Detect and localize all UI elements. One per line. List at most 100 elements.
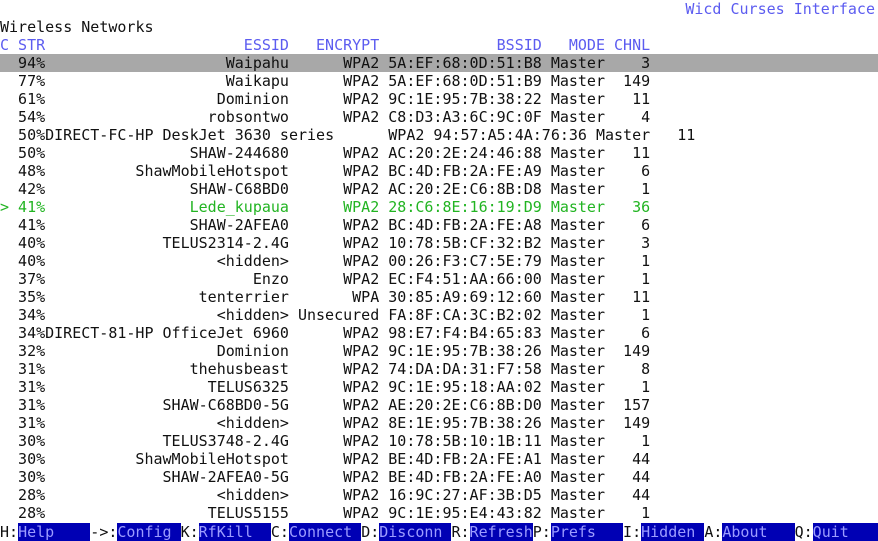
network-row[interactable]: 48% ShawMobileHotspot WPA2 BC:4D:FB:2A:FE:A… (0, 162, 878, 180)
col-mode[interactable]: MODE (542, 36, 605, 54)
network-bssid: 10:78:5B:10:1B:11 (388, 432, 542, 450)
network-bssid: 10:78:5B:CF:32:B2 (388, 234, 542, 252)
network-encrypt: WPA2 (343, 252, 380, 270)
network-row[interactable]: 28% TELUS5155 WPA2 9C:1E:95:E4:43:82 Master 1 (0, 504, 878, 522)
footer-key: I: (623, 523, 642, 541)
network-essid: DIRECT-81-HP OfficeJet 6960 (45, 324, 289, 342)
network-bssid: 16:9C:27:AF:3B:D5 (388, 486, 542, 504)
col-bssid[interactable]: BSSID (379, 36, 542, 54)
network-row[interactable]: 30% ShawMobileHotspot WPA2 BE:4D:FB:2A:FE:A… (0, 450, 878, 468)
network-encrypt: WPA2 (343, 90, 380, 108)
network-chnl: 11 (677, 126, 696, 144)
network-bssid: 5A:EF:68:0D:51:B8 (388, 54, 542, 72)
network-encrypt: WPA2 (343, 54, 380, 72)
network-encrypt: WPA2 (343, 450, 380, 468)
network-row[interactable]: 35% tenterrier WPA 30:85:A9:69:12:60 Master 1… (0, 288, 878, 306)
network-row[interactable]: 31% TELUS6325 WPA2 9C:1E:95:18:AA:02 Master 1 (0, 378, 878, 396)
network-row[interactable]: 54% robsontwo WPA2 C8:D3:A3:6C:9C:0F Master 4 (0, 108, 878, 126)
network-row[interactable]: 40% <hidden> WPA2 00:26:F3:C7:5E:79 Master 1 (0, 252, 878, 270)
footer-action-hidden[interactable]: Hidden (641, 523, 705, 541)
network-str: 28% (18, 504, 46, 522)
column-header-row: C STR ESSID ENCRYPT BSSID MODE CHNL (0, 36, 878, 54)
network-essid: Waipahu (225, 54, 289, 72)
network-str: 30% (18, 432, 46, 450)
network-row[interactable]: 41% SHAW-2AFEA0 WPA2 BC:4D:FB:2A:FE:A8 Maste… (0, 216, 878, 234)
network-essid: Dominion (216, 90, 289, 108)
network-str: 77% (18, 72, 46, 90)
network-chnl: 36 (632, 198, 651, 216)
network-encrypt: WPA2 (343, 108, 380, 126)
network-encrypt: WPA2 (343, 378, 380, 396)
footer-action-disconn[interactable]: Disconn (379, 523, 452, 541)
footer-action-rfkill[interactable]: RfKill (198, 523, 271, 541)
network-row[interactable]: 50%DIRECT-FC-HP DeskJet 3630 series WPA2 9… (0, 126, 878, 144)
network-row[interactable]: 28% <hidden> WPA2 16:9C:27:AF:3B:D5 Master 44 (0, 486, 878, 504)
network-bssid: EC:F4:51:AA:66:00 (388, 270, 542, 288)
network-encrypt: WPA2 (388, 126, 425, 144)
footer-action-help[interactable]: Help (18, 523, 91, 541)
footer-action-about[interactable]: About (722, 523, 795, 541)
network-mode: Master (550, 162, 605, 180)
footer-action-refresh[interactable]: Refresh (469, 523, 533, 541)
network-essid: <hidden> (216, 414, 289, 432)
network-mode: Master (550, 252, 605, 270)
footer-action-quit[interactable]: Quit (812, 523, 878, 541)
network-bssid: BC:4D:FB:2A:FE:A9 (388, 162, 542, 180)
network-row[interactable]: 30% SHAW-2AFEA0-5G WPA2 BE:4D:FB:2A:FE:A0 Ma… (0, 468, 878, 486)
network-chnl: 149 (623, 72, 651, 90)
col-str[interactable]: STR (18, 36, 45, 54)
footer-action-connect[interactable]: Connect (288, 523, 362, 541)
network-encrypt: WPA2 (343, 342, 380, 360)
network-bssid: 8E:1E:95:7B:38:26 (388, 414, 542, 432)
network-encrypt: WPA2 (343, 270, 380, 288)
col-encrypt[interactable]: ENCRYPT (289, 36, 379, 54)
network-chnl: 3 (641, 234, 651, 252)
network-row[interactable]: 40% TELUS2314-2.4G WPA2 10:78:5B:CF:32:B2 Ma… (0, 234, 878, 252)
network-bssid: 9C:1E:95:18:AA:02 (388, 378, 542, 396)
network-mode: Master (595, 126, 651, 144)
network-row[interactable]: 31% <hidden> WPA2 8E:1E:95:7B:38:26 Master 14… (0, 414, 878, 432)
network-bssid: C8:D3:A3:6C:9C:0F (388, 108, 542, 126)
network-bssid: 9C:1E:95:E4:43:82 (388, 504, 542, 522)
network-chnl: 149 (623, 342, 651, 360)
network-row[interactable]: 94% Waipahu WPA2 5A:EF:68:0D:51:B8 Master 3 (0, 54, 878, 72)
network-encrypt: WPA2 (343, 468, 380, 486)
network-mode: Master (550, 378, 605, 396)
network-row[interactable]: 31% SHAW-C68BD0-5G WPA2 AE:20:2E:C6:8B:D0 Ma… (0, 396, 878, 414)
footer-action-prefs[interactable]: Prefs (550, 523, 624, 541)
network-essid: thehusbeast (189, 360, 289, 378)
network-row[interactable]: 77% Waikapu WPA2 5A:EF:68:0D:51:B9 Master 149 (0, 72, 878, 90)
network-row[interactable]: 50% SHAW-244680 WPA2 AC:20:2E:24:46:88 Maste… (0, 144, 878, 162)
network-bssid: 9C:1E:95:7B:38:22 (388, 90, 542, 108)
network-row[interactable]: 30% TELUS3748-2.4G WPA2 10:78:5B:10:1B:11 Ma… (0, 432, 878, 450)
network-row[interactable]: 32% Dominion WPA2 9C:1E:95:7B:38:26 Master 14… (0, 342, 878, 360)
network-mode: Master (550, 54, 605, 72)
network-chnl: 149 (623, 414, 651, 432)
network-mode: Master (550, 198, 605, 216)
network-chnl: 1 (641, 180, 651, 198)
network-mode: Master (550, 270, 605, 288)
col-chnl[interactable]: CHNL (605, 36, 650, 54)
network-essid: TELUS5155 (207, 504, 289, 522)
network-row[interactable]: >41% Lede_kupaua WPA2 28:C6:8E:16:19:D9 Mast… (0, 198, 878, 216)
network-row[interactable]: 61% Dominion WPA2 9C:1E:95:7B:38:22 Master 11 (0, 90, 878, 108)
network-essid: ShawMobileHotspot (135, 162, 289, 180)
network-encrypt: WPA (352, 288, 380, 306)
network-bssid: 30:85:A9:69:12:60 (388, 288, 542, 306)
network-str: 50% (18, 144, 46, 162)
footer-action-config[interactable]: Config (117, 523, 181, 541)
network-row[interactable]: 31% thehusbeast WPA2 74:DA:DA:31:F7:58 Maste… (0, 360, 878, 378)
network-row[interactable]: 37% Enzo WPA2 EC:F4:51:AA:66:00 Master 1 (0, 270, 878, 288)
network-row[interactable]: 42% SHAW-C68BD0 WPA2 AC:20:2E:C6:8B:D8 Maste… (0, 180, 878, 198)
network-mode: Master (550, 504, 605, 522)
network-mode: Master (550, 216, 605, 234)
col-essid[interactable]: ESSID (45, 36, 289, 54)
network-row[interactable]: 34%DIRECT-81-HP OfficeJet 6960 WPA2 98:E7:… (0, 324, 878, 342)
network-row[interactable]: 34% <hidden> Unsecured FA:8F:CA:3C:B2:02 Mas… (0, 306, 878, 324)
network-mode: Master (550, 180, 605, 198)
footer-key: ->: (90, 523, 118, 541)
network-bssid: 94:57:A5:4A:76:36 (433, 126, 587, 144)
network-bssid: BC:4D:FB:2A:FE:A8 (388, 216, 542, 234)
network-bssid: AC:20:2E:C6:8B:D8 (388, 180, 542, 198)
network-mode: Master (550, 108, 605, 126)
